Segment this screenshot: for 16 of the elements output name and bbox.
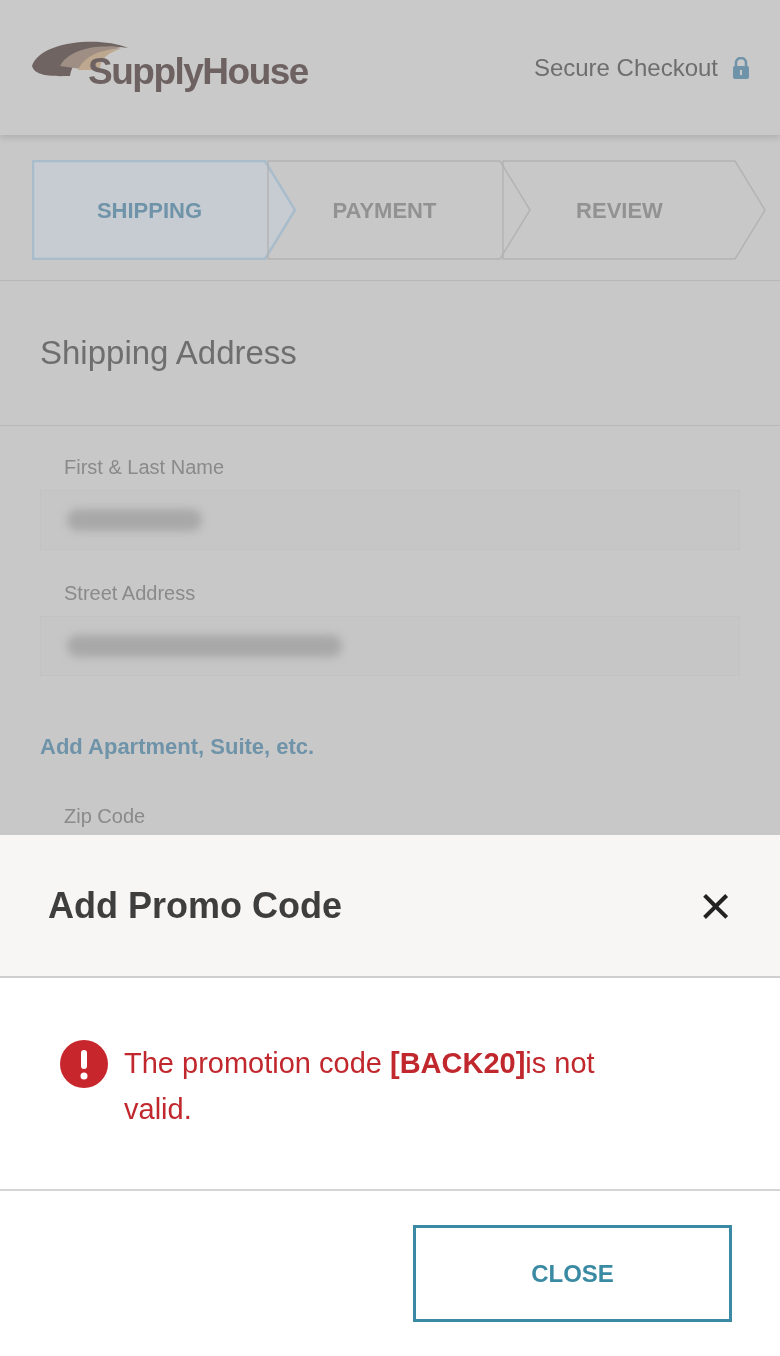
field-label: First & Last Name [63,455,226,480]
logo[interactable]: SupplyHouse [88,44,308,100]
error-message: The promotion code [BACK20]is not valid. [124,1046,596,1127]
input-field[interactable] [40,616,740,676]
error-icon [60,1040,108,1088]
close-button[interactable]: CLOSE [413,1225,732,1322]
step-tab[interactable] [32,160,297,260]
input-field[interactable] [40,490,740,550]
modal-title: Add Promo Code [48,883,342,928]
field-label: Zip Code [63,804,147,829]
lock-icon [732,56,750,79]
secure-checkout-label: Secure Checkout [533,52,718,83]
step-label: SHIPPING [96,196,203,225]
section-title: Shipping Address [40,333,297,374]
field-label: Street Address [63,581,197,606]
step-tab[interactable] [267,160,532,260]
